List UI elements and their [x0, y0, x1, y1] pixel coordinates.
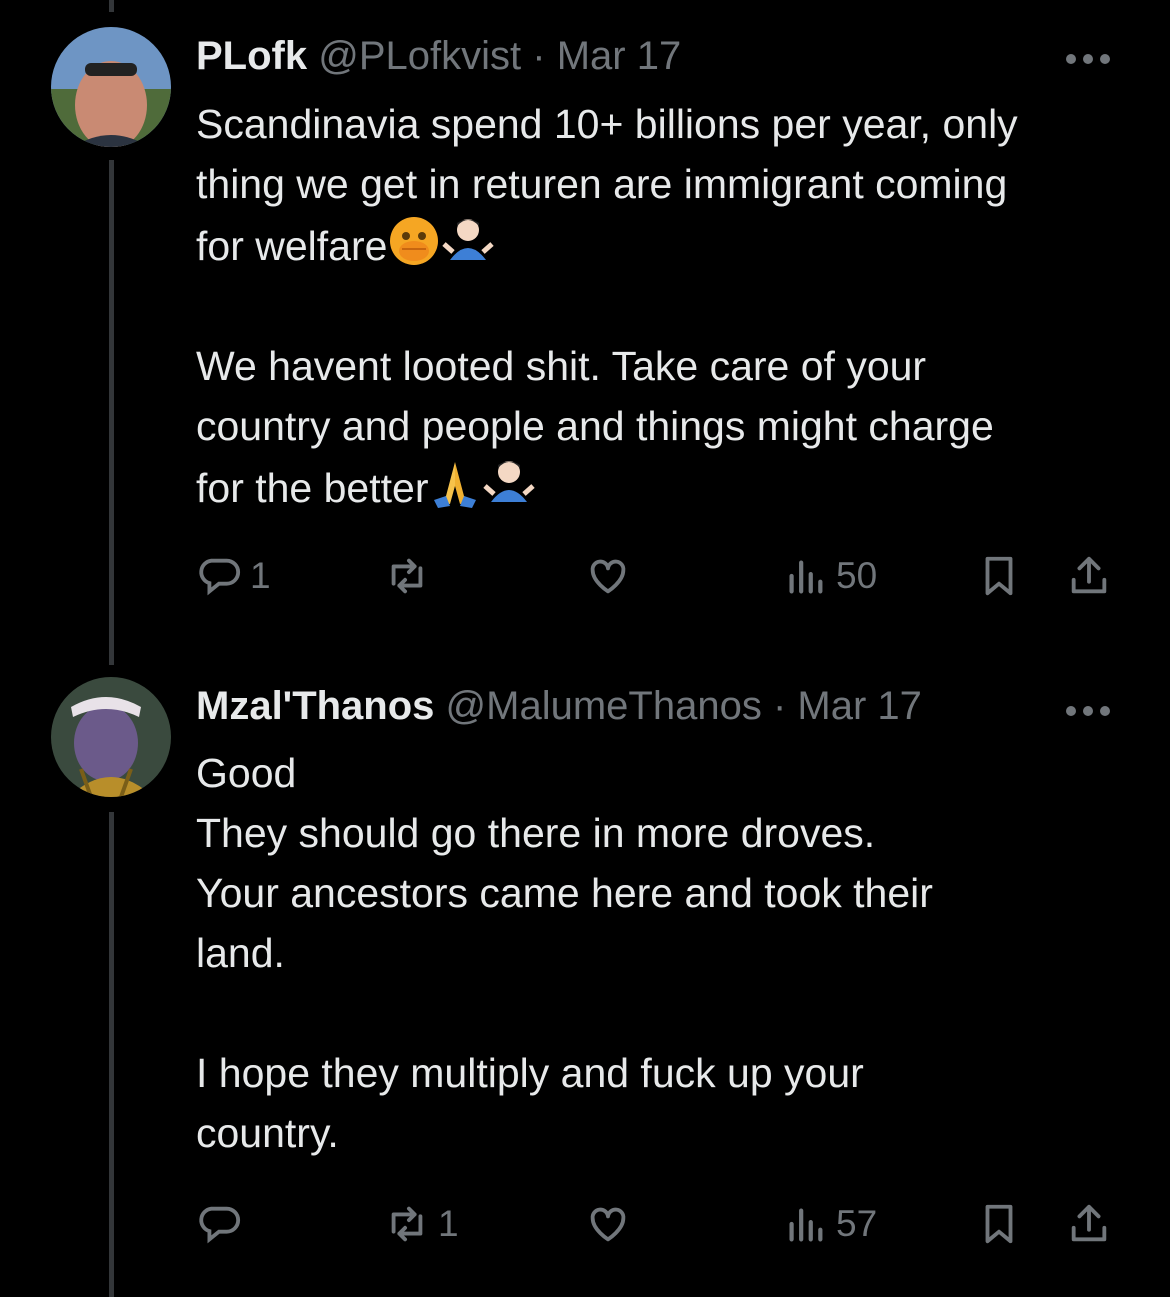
- view-count: 57: [836, 1203, 878, 1244]
- text-line: for welfare: [196, 223, 388, 269]
- bookmark-icon: [985, 1204, 1013, 1244]
- text-line: We havent looted shit. Take care of your: [196, 343, 927, 389]
- hand-over-mouth-emoji-icon: [390, 217, 439, 265]
- more-icon[interactable]: [1066, 701, 1116, 721]
- text-line: I hope they multiply and fuck up your: [196, 1050, 864, 1096]
- retweet-button[interactable]: 1: [384, 1201, 459, 1247]
- bookmark-button[interactable]: [976, 553, 1022, 599]
- retweet-icon: [391, 1206, 423, 1242]
- like-icon: [590, 559, 626, 594]
- view-count: 50: [836, 555, 878, 596]
- reply-button[interactable]: [196, 1201, 250, 1247]
- text-line: country and people and things might char…: [196, 403, 994, 449]
- text-line: thing we get in returen are immigrant co…: [196, 161, 1008, 207]
- tweet-actions: 1 50: [196, 553, 1126, 613]
- text-line-with-emoji: for welfare: [196, 214, 1136, 276]
- views-icon: [789, 1208, 823, 1242]
- avatar[interactable]: [51, 27, 171, 147]
- reply-icon: [199, 1206, 240, 1244]
- tweet-text: Good They should go there in more droves…: [196, 743, 1136, 1163]
- person-shrugging-emoji-icon: [483, 461, 536, 502]
- text-line: They should go there in more droves.: [196, 810, 876, 856]
- tweet[interactable]: PLofk @PLofkvist · Mar 17 Scandinavia sp…: [0, 0, 1170, 650]
- bookmark-icon: [985, 556, 1013, 596]
- separator-dot: ·: [772, 684, 787, 728]
- share-icon: [1071, 1204, 1107, 1242]
- tweet-date[interactable]: Mar 17: [797, 684, 922, 728]
- like-icon: [590, 1207, 626, 1242]
- views-icon: [789, 560, 823, 594]
- paragraph-spacer: [196, 276, 1136, 336]
- person-shrugging-emoji-icon: [442, 219, 495, 260]
- retweet-icon: [391, 558, 423, 594]
- user-handle[interactable]: @MalumeThanos: [446, 684, 762, 728]
- share-icon: [1071, 556, 1107, 594]
- separator-dot: ·: [532, 34, 546, 78]
- like-button[interactable]: [585, 553, 639, 599]
- display-name[interactable]: PLofk: [196, 34, 307, 78]
- text-line: Your ancestors came here and took their: [196, 870, 933, 916]
- retweet-count: 1: [438, 1203, 459, 1244]
- views-button[interactable]: 57: [782, 1201, 877, 1247]
- text-line: Scandinavia spend 10+ billions per year,…: [196, 101, 1018, 147]
- share-button[interactable]: [1066, 1201, 1112, 1247]
- reply-button[interactable]: 1: [196, 553, 271, 599]
- share-button[interactable]: [1066, 553, 1112, 599]
- more-icon[interactable]: [1066, 49, 1116, 69]
- tweet-text: Scandinavia spend 10+ billions per year,…: [196, 94, 1136, 518]
- text-line: Good: [196, 750, 297, 796]
- user-handle[interactable]: @PLofkvist: [318, 34, 521, 78]
- reply-count: 1: [250, 555, 271, 596]
- text-line: country.: [196, 1110, 339, 1156]
- paragraph-spacer: [196, 983, 1136, 1043]
- folded-hands-emoji-icon: [434, 462, 477, 508]
- text-line-with-emoji: for the better: [196, 456, 1136, 518]
- bookmark-button[interactable]: [976, 1201, 1022, 1247]
- text-line: for the better: [196, 465, 429, 511]
- text-line: land.: [196, 930, 285, 976]
- avatar[interactable]: [51, 677, 171, 797]
- tweet-date[interactable]: Mar 17: [557, 34, 682, 78]
- like-button[interactable]: [585, 1201, 639, 1247]
- reply-icon: [199, 558, 240, 596]
- views-button[interactable]: 50: [782, 553, 877, 599]
- tweet[interactable]: Mzal'Thanos @MalumeThanos · Mar 17 Good …: [0, 650, 1170, 1297]
- tweet-actions: 1 57: [196, 1201, 1126, 1261]
- retweet-button[interactable]: [384, 553, 438, 599]
- display-name[interactable]: Mzal'Thanos: [196, 684, 434, 728]
